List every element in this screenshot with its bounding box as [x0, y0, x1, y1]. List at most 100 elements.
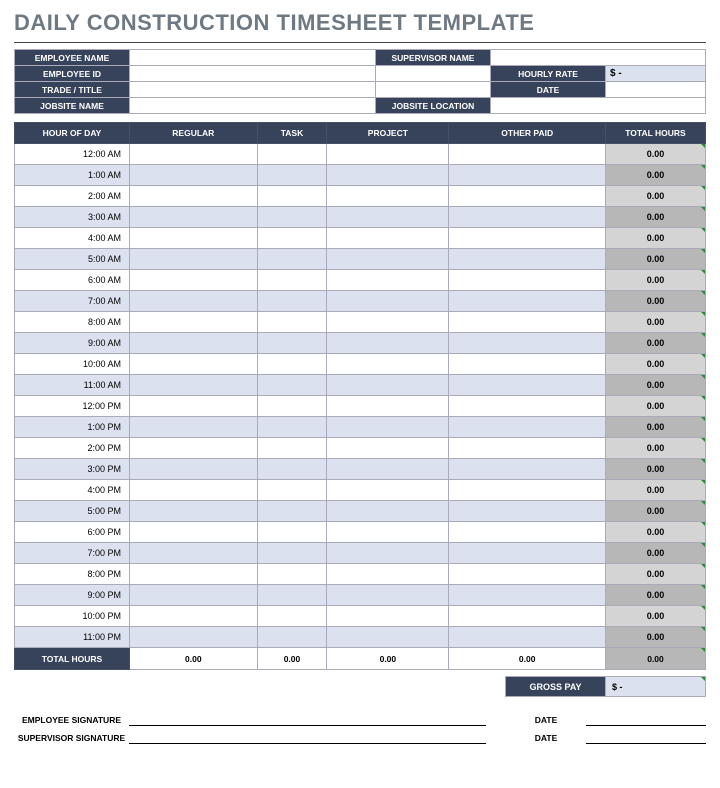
- supervisor-signature-line[interactable]: [129, 725, 486, 743]
- regular-cell[interactable]: [130, 417, 258, 438]
- task-cell[interactable]: [257, 564, 327, 585]
- project-cell[interactable]: [327, 501, 449, 522]
- regular-cell[interactable]: [130, 144, 258, 165]
- regular-cell[interactable]: [130, 228, 258, 249]
- task-cell[interactable]: [257, 165, 327, 186]
- regular-cell[interactable]: [130, 333, 258, 354]
- project-cell[interactable]: [327, 249, 449, 270]
- task-cell[interactable]: [257, 501, 327, 522]
- other-cell[interactable]: [449, 312, 606, 333]
- project-cell[interactable]: [327, 270, 449, 291]
- supervisor-name-field[interactable]: [491, 50, 706, 66]
- employee-name-field[interactable]: [130, 50, 376, 66]
- other-cell[interactable]: [449, 417, 606, 438]
- other-cell[interactable]: [449, 207, 606, 228]
- regular-cell[interactable]: [130, 564, 258, 585]
- regular-cell[interactable]: [130, 165, 258, 186]
- task-cell[interactable]: [257, 480, 327, 501]
- regular-cell[interactable]: [130, 543, 258, 564]
- task-cell[interactable]: [257, 543, 327, 564]
- regular-cell[interactable]: [130, 249, 258, 270]
- project-cell[interactable]: [327, 354, 449, 375]
- other-cell[interactable]: [449, 186, 606, 207]
- other-cell[interactable]: [449, 249, 606, 270]
- project-cell[interactable]: [327, 417, 449, 438]
- regular-cell[interactable]: [130, 186, 258, 207]
- project-cell[interactable]: [327, 375, 449, 396]
- regular-cell[interactable]: [130, 312, 258, 333]
- task-cell[interactable]: [257, 627, 327, 648]
- hourly-rate-field[interactable]: $ -: [606, 66, 706, 82]
- regular-cell[interactable]: [130, 606, 258, 627]
- regular-cell[interactable]: [130, 627, 258, 648]
- task-cell[interactable]: [257, 606, 327, 627]
- task-cell[interactable]: [257, 438, 327, 459]
- project-cell[interactable]: [327, 186, 449, 207]
- task-cell[interactable]: [257, 459, 327, 480]
- jobsite-location-field[interactable]: [491, 98, 706, 114]
- project-cell[interactable]: [327, 459, 449, 480]
- other-cell[interactable]: [449, 480, 606, 501]
- other-cell[interactable]: [449, 522, 606, 543]
- task-cell[interactable]: [257, 270, 327, 291]
- project-cell[interactable]: [327, 291, 449, 312]
- regular-cell[interactable]: [130, 291, 258, 312]
- project-cell[interactable]: [327, 228, 449, 249]
- regular-cell[interactable]: [130, 396, 258, 417]
- other-cell[interactable]: [449, 228, 606, 249]
- project-cell[interactable]: [327, 438, 449, 459]
- regular-cell[interactable]: [130, 459, 258, 480]
- task-cell[interactable]: [257, 249, 327, 270]
- project-cell[interactable]: [327, 564, 449, 585]
- other-cell[interactable]: [449, 543, 606, 564]
- regular-cell[interactable]: [130, 501, 258, 522]
- regular-cell[interactable]: [130, 375, 258, 396]
- other-cell[interactable]: [449, 627, 606, 648]
- project-cell[interactable]: [327, 543, 449, 564]
- other-cell[interactable]: [449, 564, 606, 585]
- regular-cell[interactable]: [130, 270, 258, 291]
- task-cell[interactable]: [257, 417, 327, 438]
- other-cell[interactable]: [449, 396, 606, 417]
- project-cell[interactable]: [327, 627, 449, 648]
- task-cell[interactable]: [257, 354, 327, 375]
- other-cell[interactable]: [449, 354, 606, 375]
- task-cell[interactable]: [257, 333, 327, 354]
- trade-title-field[interactable]: [130, 82, 376, 98]
- other-cell[interactable]: [449, 375, 606, 396]
- other-cell[interactable]: [449, 270, 606, 291]
- regular-cell[interactable]: [130, 207, 258, 228]
- task-cell[interactable]: [257, 144, 327, 165]
- task-cell[interactable]: [257, 396, 327, 417]
- employee-id-field[interactable]: [130, 66, 376, 82]
- task-cell[interactable]: [257, 228, 327, 249]
- project-cell[interactable]: [327, 606, 449, 627]
- other-cell[interactable]: [449, 501, 606, 522]
- project-cell[interactable]: [327, 165, 449, 186]
- supervisor-date-line[interactable]: [586, 725, 706, 743]
- task-cell[interactable]: [257, 291, 327, 312]
- regular-cell[interactable]: [130, 585, 258, 606]
- regular-cell[interactable]: [130, 522, 258, 543]
- project-cell[interactable]: [327, 522, 449, 543]
- other-cell[interactable]: [449, 291, 606, 312]
- task-cell[interactable]: [257, 186, 327, 207]
- regular-cell[interactable]: [130, 438, 258, 459]
- project-cell[interactable]: [327, 312, 449, 333]
- other-cell[interactable]: [449, 144, 606, 165]
- other-cell[interactable]: [449, 438, 606, 459]
- project-cell[interactable]: [327, 333, 449, 354]
- other-cell[interactable]: [449, 606, 606, 627]
- task-cell[interactable]: [257, 207, 327, 228]
- project-cell[interactable]: [327, 396, 449, 417]
- jobsite-name-field[interactable]: [130, 98, 376, 114]
- employee-date-line[interactable]: [586, 707, 706, 725]
- task-cell[interactable]: [257, 375, 327, 396]
- employee-signature-line[interactable]: [129, 707, 486, 725]
- other-cell[interactable]: [449, 333, 606, 354]
- date-field[interactable]: [606, 82, 706, 98]
- project-cell[interactable]: [327, 144, 449, 165]
- other-cell[interactable]: [449, 165, 606, 186]
- project-cell[interactable]: [327, 207, 449, 228]
- task-cell[interactable]: [257, 312, 327, 333]
